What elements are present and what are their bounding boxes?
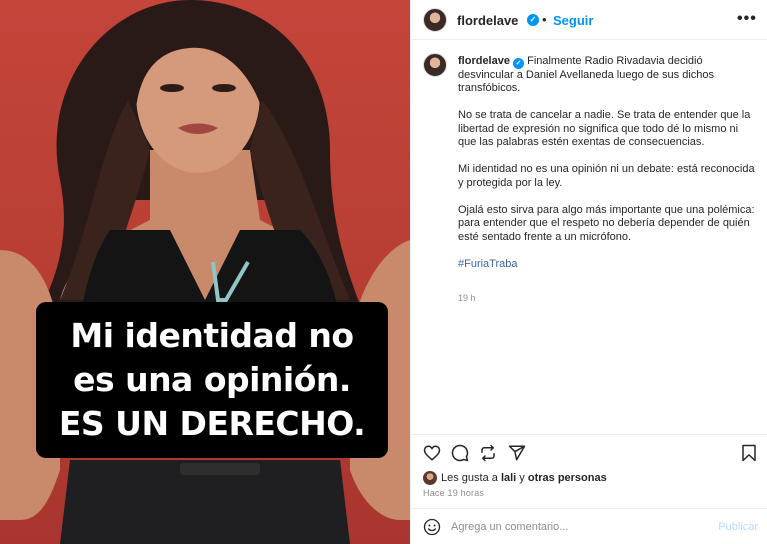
image-caption-line-3: ES UN DERECHO. xyxy=(58,404,366,443)
follow-button[interactable]: Seguir xyxy=(553,13,593,28)
comments-section: flordelave ✓ Finalmente Radio Rivadavia … xyxy=(411,41,767,434)
separator-dot: • xyxy=(542,12,547,27)
header-username[interactable]: flordelave xyxy=(457,13,518,28)
publish-button[interactable]: Publicar xyxy=(718,521,758,533)
repost-icon[interactable] xyxy=(479,444,497,462)
likes-prefix: Les gusta a xyxy=(441,472,498,484)
likes-summary: Les gusta a lali y otras personas xyxy=(411,470,767,486)
avatar[interactable] xyxy=(423,8,447,32)
image-caption-line-2: es una opinión. xyxy=(73,360,351,399)
caption-paragraph-3: Mi identidad no es una opinión ni un deb… xyxy=(458,163,755,189)
post-header: flordelave ✓ • Seguir ••• xyxy=(411,0,767,40)
more-options-icon[interactable]: ••• xyxy=(737,10,757,28)
emoji-icon[interactable] xyxy=(423,518,441,536)
bookmark-icon[interactable] xyxy=(741,444,757,462)
caption-username[interactable]: flordelave xyxy=(458,55,510,67)
caption-verified-icon: ✓ xyxy=(513,58,525,69)
image-caption-line-1: Mi identidad no xyxy=(70,316,354,355)
caption-timestamp[interactable]: 19 h xyxy=(458,293,476,303)
comment-bar: Publicar xyxy=(411,508,767,544)
liker-username[interactable]: lali xyxy=(501,472,516,484)
heart-icon[interactable] xyxy=(423,444,441,462)
post-caption: flordelave ✓ Finalmente Radio Rivadavia … xyxy=(458,55,758,285)
comment-icon[interactable] xyxy=(451,444,469,462)
post-side-panel: flordelave ✓ • Seguir ••• flordelave ✓ F… xyxy=(410,0,767,544)
comment-input[interactable] xyxy=(451,517,701,537)
caption-paragraph-4: Ojalá esto sirva para algo más important… xyxy=(458,203,755,243)
image-caption-box: Mi identidad no es una opinión. ES UN DE… xyxy=(36,302,388,458)
hashtag-link[interactable]: #FuriaTraba xyxy=(458,258,518,270)
portrait-illustration xyxy=(0,0,410,544)
verified-badge-icon: ✓ xyxy=(527,14,539,26)
caption-avatar[interactable] xyxy=(423,53,447,77)
caption-paragraph-2: No se trata de cancelar a nadie. Se trat… xyxy=(458,109,751,148)
share-icon[interactable] xyxy=(508,444,526,462)
action-bar xyxy=(411,434,767,470)
likes-connector: y xyxy=(519,472,525,484)
post-image[interactable]: Mi identidad no es una opinión. ES UN DE… xyxy=(0,0,410,544)
liker-avatar[interactable] xyxy=(423,471,437,485)
post-age[interactable]: Hace 19 horas xyxy=(423,488,484,498)
likes-others-link[interactable]: otras personas xyxy=(528,472,607,484)
